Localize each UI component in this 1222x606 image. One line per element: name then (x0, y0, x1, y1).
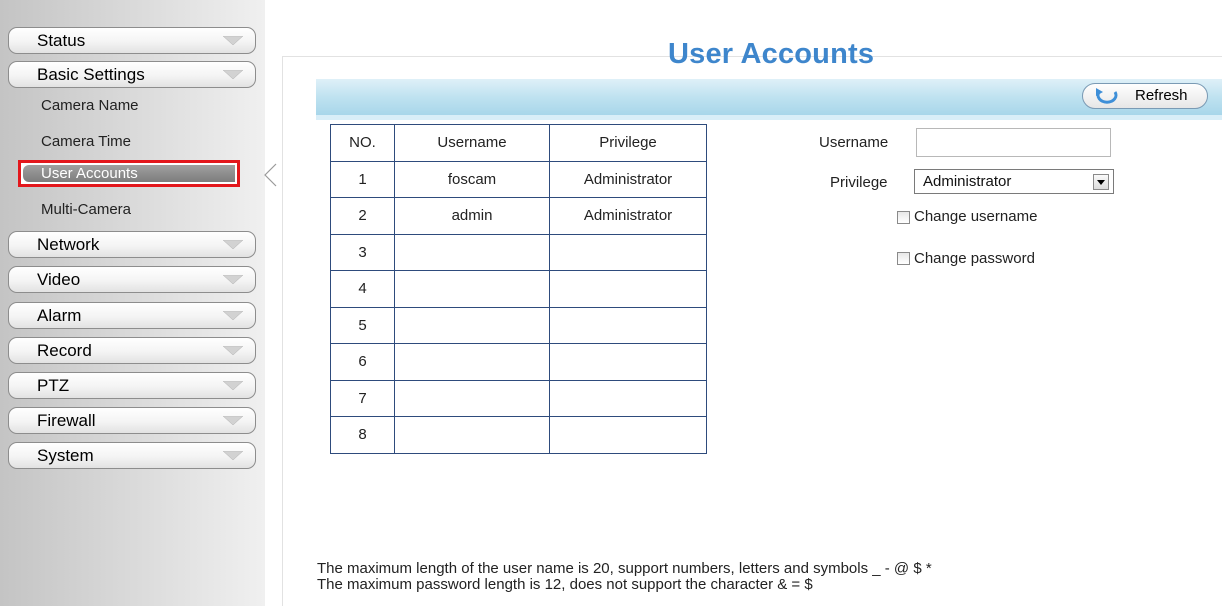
change-password-checkbox[interactable] (897, 252, 910, 265)
chevron-down-icon (217, 411, 249, 430)
cell-no: 4 (330, 270, 395, 308)
menu-alarm-label: Alarm (37, 306, 82, 325)
cell-no: 7 (330, 379, 395, 417)
note-password-rule: The maximum password length is 12, does … (317, 576, 813, 593)
cell-privilege: Administrator (549, 197, 707, 235)
menu-ptz-label: PTZ (37, 376, 70, 395)
header-no: NO. (330, 124, 395, 162)
refresh-label: Refresh (1135, 87, 1188, 104)
change-username-label: Change username (914, 208, 1038, 225)
chevron-down-icon (217, 235, 249, 254)
menu-system[interactable]: System (8, 442, 256, 469)
refresh-button[interactable]: Refresh (1082, 83, 1208, 109)
sub-camera-time[interactable]: Camera Time (41, 133, 131, 150)
menu-video-label: Video (37, 270, 81, 289)
menu-network[interactable]: Network (8, 231, 256, 258)
cell-username: admin (394, 197, 550, 235)
table-header-row: NO. Username Privilege (330, 124, 707, 162)
privilege-select-value: Administrator (923, 173, 1012, 190)
menu-alarm[interactable]: Alarm (8, 302, 256, 329)
main-left-border (282, 56, 283, 606)
chevron-down-icon (217, 446, 249, 465)
cell-username (394, 416, 550, 454)
sub-user-accounts-highlight[interactable]: User Accounts (18, 160, 240, 187)
cell-no: 2 (330, 197, 395, 235)
selection-pointer-icon (264, 163, 277, 187)
user-table: NO. Username Privilege 1 foscam Administ… (330, 124, 707, 454)
table-row[interactable]: 5 (330, 306, 707, 344)
table-row[interactable]: 1 foscam Administrator (330, 160, 707, 198)
menu-record-label: Record (37, 341, 92, 360)
refresh-icon (1096, 88, 1118, 104)
menu-video[interactable]: Video (8, 266, 256, 293)
menu-firewall-label: Firewall (37, 411, 96, 430)
cell-privilege (549, 270, 707, 308)
chevron-down-icon (217, 376, 249, 395)
change-username-checkbox[interactable] (897, 211, 910, 224)
table-row[interactable]: 7 (330, 379, 707, 417)
page-title: User Accounts (668, 38, 875, 70)
cell-privilege (549, 379, 707, 417)
table-row[interactable]: 8 (330, 416, 707, 454)
menu-status[interactable]: Status (8, 27, 256, 54)
chevron-down-icon (217, 341, 249, 360)
cell-no: 8 (330, 416, 395, 454)
menu-status-label: Status (37, 31, 86, 50)
cell-no: 6 (330, 343, 395, 381)
chevron-down-icon (217, 270, 249, 289)
menu-basic-settings[interactable]: Basic Settings (8, 61, 256, 88)
dropdown-arrow-icon[interactable] (1093, 174, 1109, 190)
cell-username (394, 306, 550, 344)
privilege-select[interactable]: Administrator (914, 169, 1114, 194)
cell-no: 5 (330, 306, 395, 344)
table-row[interactable]: 4 (330, 270, 707, 308)
sub-multi-camera[interactable]: Multi-Camera (41, 201, 131, 218)
chevron-down-icon (217, 306, 249, 325)
chevron-down-icon (217, 31, 249, 50)
cell-privilege: Administrator (549, 160, 707, 198)
sidebar: Status Basic Settings Camera Name Camera… (0, 0, 265, 606)
table-row[interactable]: 2 admin Administrator (330, 197, 707, 235)
change-password-label: Change password (914, 250, 1035, 267)
cell-username (394, 270, 550, 308)
cell-privilege (549, 416, 707, 454)
toolbar-underline (316, 115, 1222, 120)
cell-no: 1 (330, 160, 395, 198)
cell-username (394, 379, 550, 417)
cell-username (394, 233, 550, 271)
cell-privilege (549, 343, 707, 381)
cell-username: foscam (394, 160, 550, 198)
cell-privilege (549, 306, 707, 344)
header-username: Username (394, 124, 550, 162)
menu-ptz[interactable]: PTZ (8, 372, 256, 399)
menu-system-label: System (37, 446, 94, 465)
menu-firewall[interactable]: Firewall (8, 407, 256, 434)
header-privilege: Privilege (549, 124, 707, 162)
menu-network-label: Network (37, 235, 100, 254)
note-username-rule: The maximum length of the user name is 2… (317, 560, 932, 577)
cell-username (394, 343, 550, 381)
table-row[interactable]: 6 (330, 343, 707, 381)
sub-user-accounts[interactable]: User Accounts (23, 165, 235, 182)
chevron-down-icon (217, 65, 249, 84)
menu-record[interactable]: Record (8, 337, 256, 364)
cell-no: 3 (330, 233, 395, 271)
table-row[interactable]: 3 (330, 233, 707, 271)
cell-privilege (549, 233, 707, 271)
menu-basic-settings-label: Basic Settings (37, 65, 145, 84)
privilege-label: Privilege (830, 174, 888, 191)
username-input[interactable] (916, 128, 1111, 157)
username-label: Username (819, 134, 889, 151)
sub-camera-name[interactable]: Camera Name (41, 97, 139, 114)
